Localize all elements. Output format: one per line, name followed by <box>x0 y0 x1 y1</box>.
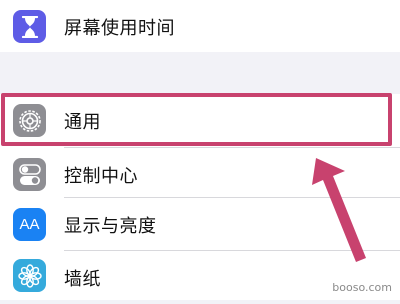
text-size-icon: AA <box>13 208 46 241</box>
toggle-switches-icon <box>13 158 46 191</box>
text-size-icon-glyph: AA <box>19 216 40 233</box>
watermark: booso.com <box>332 281 392 294</box>
settings-row-display-brightness[interactable]: AA 显示与亮度 <box>0 198 400 251</box>
flower-icon <box>13 259 46 292</box>
settings-row-control-center[interactable]: 控制中心 <box>0 148 400 201</box>
settings-row-wallpaper[interactable]: 墙纸 <box>0 251 400 304</box>
settings-group-top: 屏幕使用时间 <box>0 0 400 52</box>
hourglass-icon <box>13 10 46 43</box>
settings-row-label: 墙纸 <box>64 268 101 290</box>
settings-row-screen-time[interactable]: 屏幕使用时间 <box>0 0 400 53</box>
general-highlight-box <box>1 93 392 146</box>
settings-row-label: 屏幕使用时间 <box>64 17 175 39</box>
settings-row-label: 控制中心 <box>64 165 138 187</box>
settings-row-label: 显示与亮度 <box>64 215 157 237</box>
